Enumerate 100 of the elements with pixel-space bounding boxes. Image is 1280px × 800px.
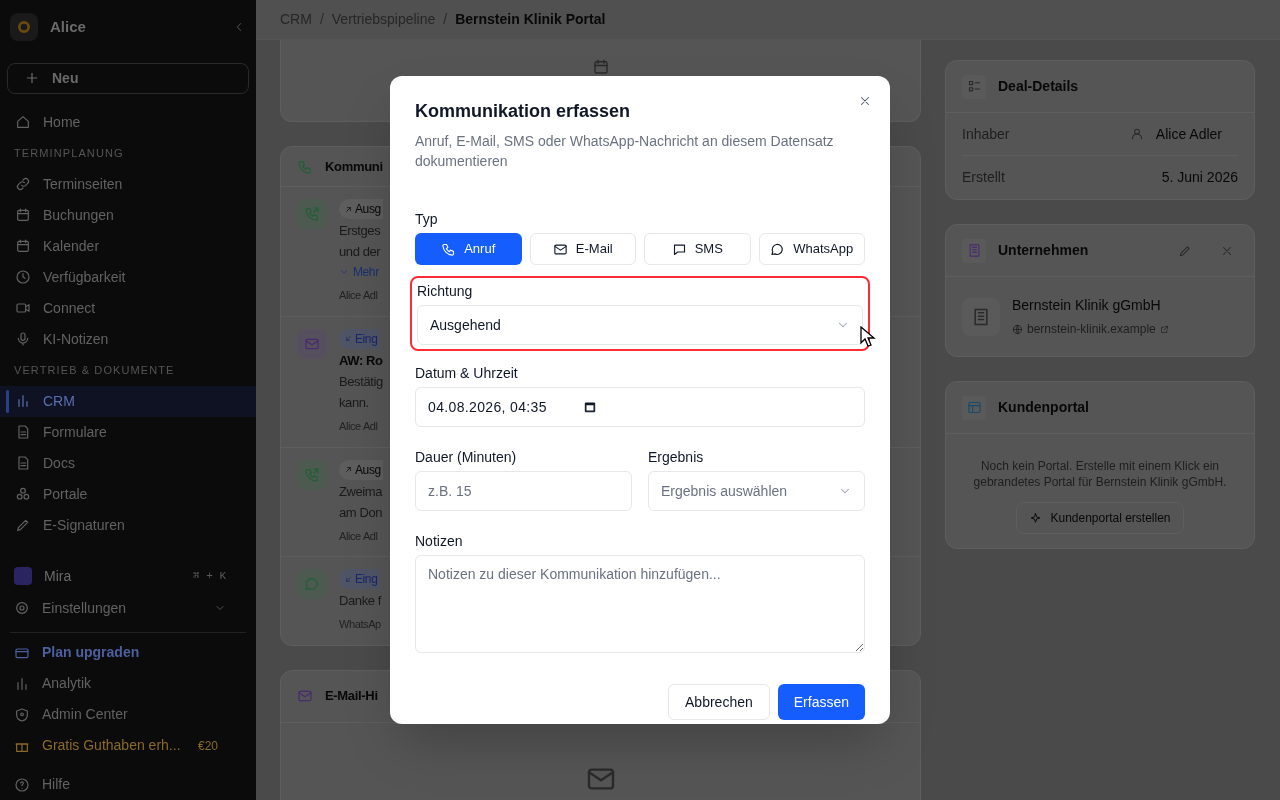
sparkle-icon: [1029, 511, 1043, 525]
arrow-down-left-icon: [344, 574, 353, 584]
home-icon: [15, 114, 31, 131]
card-title: Unternehmen: [998, 241, 1090, 260]
document-icon: [15, 455, 31, 472]
document-icon: [15, 424, 31, 441]
company-name: Bernstein Klinik gGmbH: [1012, 296, 1162, 315]
sidebar-item[interactable]: Docs: [0, 447, 256, 479]
type-button[interactable]: WhatsApp: [758, 233, 865, 265]
field-label: Dauer (Minuten): [415, 448, 518, 467]
new-button[interactable]: Neu: [7, 62, 249, 94]
chat-bubble-icon: [304, 576, 320, 592]
field-label: Datum & Uhrzeit: [415, 364, 519, 383]
entry-text: Bestätig: [339, 373, 383, 391]
sidebar-item[interactable]: E-Signaturen: [0, 509, 256, 541]
edit-button[interactable]: [1178, 243, 1192, 258]
sidebar-item[interactable]: KI-Notizen: [0, 323, 256, 355]
website-link[interactable]: bernstein-klinik.example: [1012, 320, 1169, 338]
card-title: E-Mail-Hi: [325, 687, 378, 706]
arrow-down-left-icon: [344, 334, 353, 343]
breadcrumb-separator: /: [443, 10, 448, 29]
dialog-subtitle: Anruf, E-Mail, SMS oder WhatsApp-Nachricht an diesem Datensatz dokumentieren: [415, 132, 835, 171]
chat-icon: [671, 241, 687, 257]
entry-text: am Don: [339, 503, 383, 522]
sidebar-item[interactable]: Hilfe: [0, 769, 256, 800]
sidebar-item[interactable]: Gratis Guthaben erh... €20: [0, 730, 256, 761]
submit-button[interactable]: Erfassen: [777, 684, 865, 720]
sidebar-item[interactable]: Buchungen: [0, 199, 256, 231]
credit-amount: €20: [197, 737, 218, 755]
sidebar-item[interactable]: Analytik: [0, 668, 256, 699]
globe-icon: [1012, 323, 1023, 335]
ring-icon: [16, 18, 32, 35]
field-label: Notizen: [415, 532, 464, 551]
sidebar-item[interactable]: Kalender: [0, 230, 256, 262]
sidebar-item[interactable]: Formulare: [0, 416, 256, 448]
sidebar-item[interactable]: Terminseiten: [0, 168, 256, 200]
arrow-up-right-icon: [344, 465, 353, 474]
entry-text: und der: [339, 243, 382, 261]
phone-outgoing-icon: [304, 466, 320, 483]
calendar-icon: [15, 238, 31, 255]
help-icon: [14, 776, 30, 793]
input-field[interactable]: z.B. 15: [415, 471, 632, 511]
card-title: Deal-Details: [998, 77, 1080, 96]
field-value: 5. Juni 2026: [1161, 168, 1238, 187]
list-icon: [966, 79, 982, 94]
field-value: Alice Adler: [1155, 124, 1223, 144]
sidebar-item[interactable]: CRM: [0, 385, 256, 417]
phone-icon: [441, 241, 457, 257]
pencil-icon: [1178, 243, 1192, 258]
cancel-button[interactable]: Abbrechen: [668, 684, 770, 720]
pen-icon: [15, 517, 31, 534]
close-icon: [858, 94, 872, 108]
chat-bubble-icon: [770, 241, 786, 257]
microphone-icon: [15, 331, 31, 348]
type-button[interactable]: SMS: [644, 233, 751, 265]
section-heading: VERTRIEB & DOKUMENTE: [13, 362, 176, 378]
field-label: Ergebnis: [648, 448, 705, 467]
close-button[interactable]: [858, 94, 872, 108]
envelope-icon: [297, 688, 313, 704]
arrow-up-right-icon: [344, 204, 353, 214]
phone-icon: [297, 158, 313, 175]
date-time-field[interactable]: 04.08.2026, 04:35: [415, 387, 865, 427]
type-button[interactable]: Anruf: [415, 233, 522, 265]
sidebar-item[interactable]: Home: [0, 106, 256, 138]
layout-icon: [966, 400, 982, 415]
notes-field[interactable]: Notizen zu dieser Kommunikation hinzufügen...: [415, 555, 865, 653]
calendar-icon: [582, 400, 597, 414]
sidebar-item[interactable]: Portale: [0, 478, 256, 510]
phone-outgoing-icon: [304, 206, 320, 222]
mouse-cursor-icon: [860, 326, 876, 348]
select-field[interactable]: Ergebnis auswählen: [648, 471, 865, 511]
create-portal-button[interactable]: Kundenportal erstellen: [1016, 502, 1184, 534]
sidebar-item[interactable]: Connect: [0, 292, 256, 324]
sidebar-item[interactable]: Verfügbarkeit: [0, 261, 256, 293]
calendar-icon: [591, 58, 610, 76]
external-link-icon: [1159, 324, 1169, 334]
assistant-item[interactable]: Mira ⌘ + K: [0, 560, 256, 593]
shortcut-hint: ⌘ + K: [192, 569, 226, 585]
workspace-name: Alice: [50, 16, 87, 37]
section-heading: TERMINPLANUNG: [13, 145, 125, 161]
breadcrumb-link[interactable]: Bernstein Klinik Portal: [455, 9, 606, 30]
circles-icon: [15, 486, 31, 503]
assistant-avatar-icon: [14, 567, 32, 586]
entry-subject: AW: Ro: [339, 351, 383, 370]
user-icon: [1129, 127, 1144, 141]
bar-chart-icon: [14, 675, 30, 692]
bar-chart-icon: [15, 393, 31, 410]
chevron-down-icon: [339, 267, 349, 277]
show-more-link[interactable]: Mehr: [339, 263, 383, 281]
entry-text: kann.: [339, 394, 370, 412]
sidebar-item[interactable]: Plan upgraden: [0, 637, 256, 668]
settings-item[interactable]: Einstellungen: [0, 592, 256, 624]
entry-text: Danke f: [339, 592, 381, 610]
sidebar-item[interactable]: Admin Center: [0, 699, 256, 730]
type-button[interactable]: E-Mail: [529, 233, 636, 265]
direction-badge: Ausg: [339, 459, 383, 480]
select-field[interactable]: Ausgehend: [417, 305, 863, 345]
shield-icon: [14, 706, 30, 723]
entry-text: Erstges: [339, 222, 382, 240]
field-label: Typ: [415, 210, 439, 229]
